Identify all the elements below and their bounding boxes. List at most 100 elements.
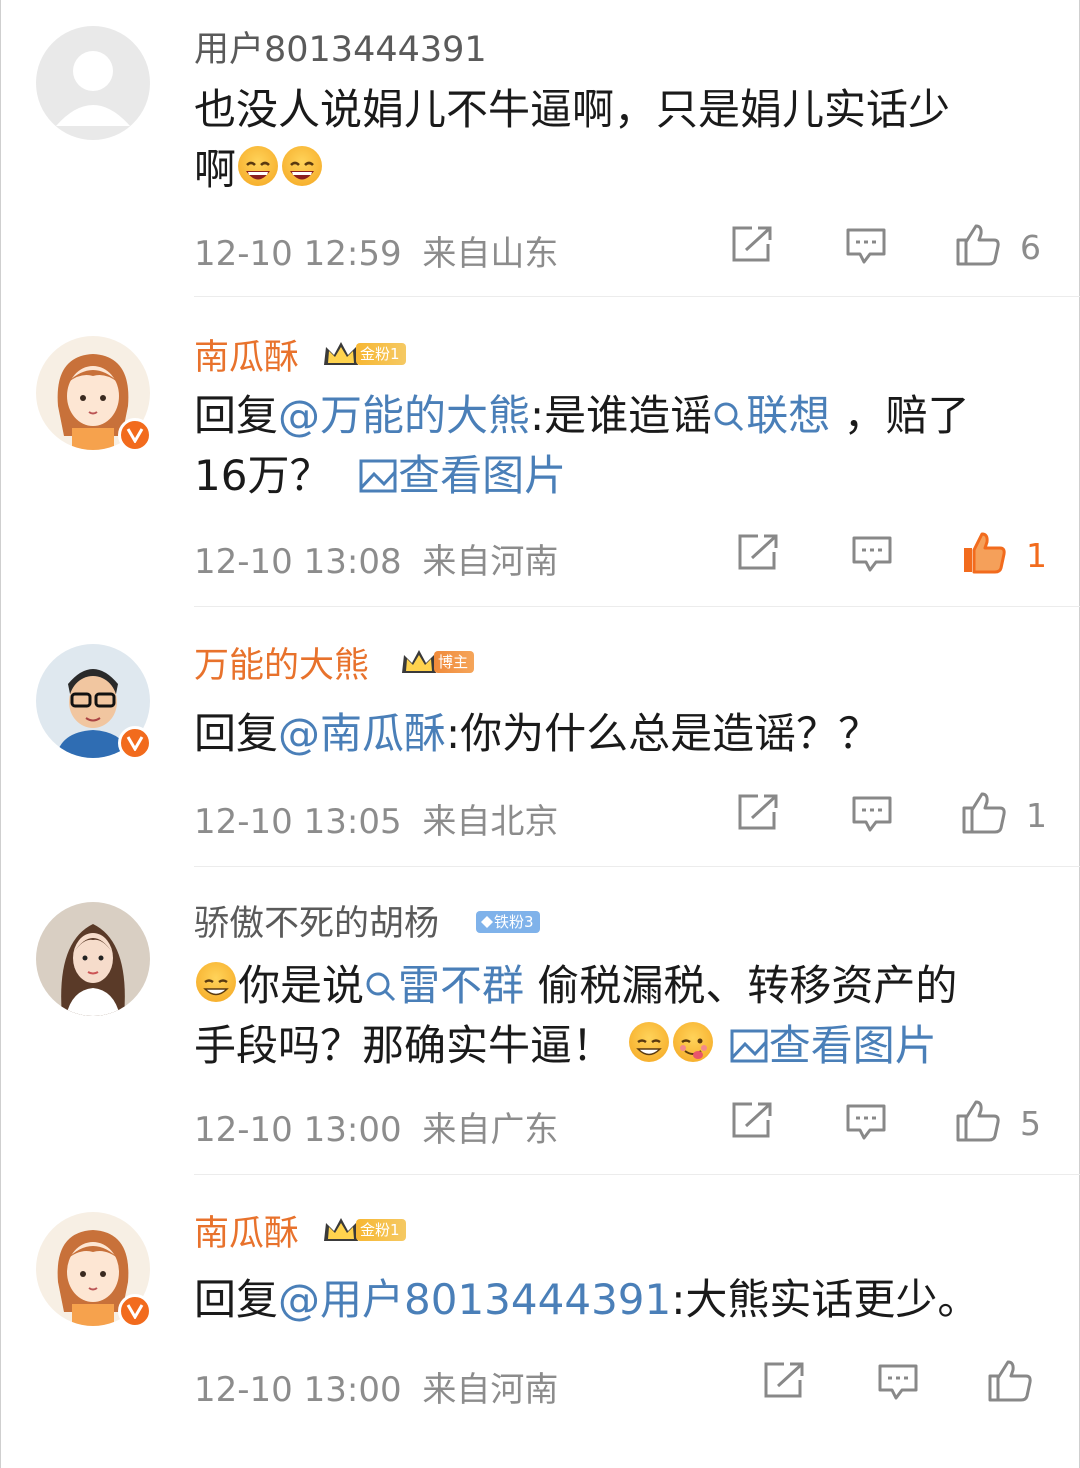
divider	[194, 606, 1080, 607]
verified-icon	[118, 1294, 152, 1328]
grin-emoji	[196, 962, 236, 1002]
timestamp: 12-10 13:00	[194, 1110, 402, 1150]
comment-text-a: 你是说	[238, 961, 365, 1010]
comment-text-c: 手段吗？那确实牛逼！	[194, 1021, 615, 1070]
grin-emoji	[629, 1022, 670, 1062]
avatar[interactable]	[36, 644, 152, 760]
location: 来自河南	[422, 1370, 559, 1410]
comment-text-a: :是谁造谣	[530, 391, 713, 440]
avatar[interactable]	[36, 1212, 152, 1328]
username[interactable]: 骄傲不死的胡杨	[194, 904, 439, 944]
comment-icon[interactable]	[876, 1362, 920, 1406]
comment-meta: 12-10 13:05 来自北京	[194, 794, 558, 843]
reply-prefix: 回复	[194, 1275, 279, 1324]
location: 来自山东	[422, 234, 559, 274]
comment-icon[interactable]	[850, 534, 894, 578]
crown-icon	[402, 650, 436, 673]
like-icon-active[interactable]	[960, 528, 1008, 580]
like-icon[interactable]	[954, 1096, 1002, 1148]
photo-avatar-icon	[36, 902, 150, 1016]
repost-icon[interactable]	[730, 1100, 774, 1144]
like-count: 6	[1020, 228, 1041, 267]
avatar[interactable]	[36, 336, 152, 452]
comment-meta: 12-10 12:59 来自山东	[194, 226, 558, 275]
timestamp: 12-10 13:00	[194, 1370, 402, 1410]
mention-link[interactable]: @万能的大熊	[278, 391, 530, 440]
like-count: 5	[1020, 1104, 1041, 1143]
comment-text: 回复@南瓜酥:你为什么总是造谣？？	[194, 704, 1044, 764]
comment-meta: 12-10 13:00 来自河南	[194, 1362, 558, 1411]
repost-icon[interactable]	[730, 224, 774, 268]
view-image-link[interactable]: 查看图片	[358, 451, 566, 500]
search-icon	[366, 972, 396, 1002]
search-topic-link[interactable]: 雷不群	[364, 961, 524, 1010]
comment-text: 也没人说娟儿不牛逼啊，只是娟儿实话少 啊	[194, 80, 1044, 200]
comment-text: 回复@用户8013444391:大熊实话更少。	[194, 1270, 1044, 1330]
repost-icon[interactable]	[736, 532, 780, 576]
fan-badge: 铁粉3	[476, 910, 540, 934]
username[interactable]: 南瓜酥	[194, 1214, 299, 1254]
view-image-label: 查看图片	[398, 451, 567, 500]
comment-meta: 12-10 13:00 来自广东	[194, 1102, 558, 1151]
reply-prefix: 回复	[194, 709, 279, 758]
fan-badge: 金粉1	[322, 1218, 406, 1242]
timestamp: 12-10 13:05	[194, 802, 402, 842]
fan-badge: 金粉1	[322, 342, 406, 366]
divider	[194, 866, 1080, 867]
divider	[194, 1174, 1080, 1175]
location: 来自北京	[422, 802, 559, 842]
search-topic-link[interactable]: 联想	[712, 391, 830, 440]
fan-badge-label: 金粉1	[356, 1219, 406, 1241]
comment-text-tail: 啊	[194, 145, 237, 194]
fan-badge-label: 博主	[434, 651, 475, 673]
image-icon	[730, 1029, 768, 1063]
comment-text-b: 偷税漏税、转移资产的	[524, 961, 958, 1010]
like-count: 1	[1026, 796, 1047, 835]
comment-text-c: 16万？	[194, 451, 332, 500]
search-term: 联想	[746, 391, 831, 440]
like-count: 1	[1026, 536, 1047, 575]
timestamp: 12-10 13:08	[194, 542, 402, 582]
username[interactable]: 万能的大熊	[194, 646, 369, 686]
fan-badge: 博主	[400, 650, 475, 674]
location: 来自河南	[422, 542, 559, 582]
comment-text-main: 也没人说娟儿不牛逼啊，只是娟儿实话少	[194, 85, 951, 134]
avatar[interactable]	[36, 26, 150, 140]
fan-badge-label: 铁粉3	[476, 911, 540, 933]
mention-link[interactable]: @用户8013444391	[278, 1275, 671, 1324]
reply-prefix: 回复	[194, 391, 279, 440]
laughing-emoji	[238, 146, 279, 186]
default-avatar-icon	[36, 26, 150, 140]
location: 来自广东	[422, 1110, 559, 1150]
avatar[interactable]	[36, 902, 150, 1016]
verified-icon	[118, 418, 152, 452]
view-image-label: 查看图片	[768, 1021, 937, 1070]
comment-text-a: :你为什么总是造谣？？	[446, 709, 881, 758]
username[interactable]: 南瓜酥	[194, 338, 299, 378]
comment-text-b: ，赔了	[843, 391, 970, 440]
comment-text: 你是说 雷不群 偷税漏税、转移资产的 手段吗？那确实牛逼！ 查看图片	[194, 956, 1044, 1076]
comment-icon[interactable]	[850, 794, 894, 838]
crown-icon	[324, 342, 358, 365]
comment-icon[interactable]	[844, 226, 888, 270]
fan-badge-label: 金粉1	[356, 343, 406, 365]
like-icon[interactable]	[954, 220, 1002, 272]
view-image-link[interactable]: 查看图片	[729, 1021, 937, 1070]
mention-link[interactable]: @南瓜酥	[278, 709, 446, 758]
search-term: 雷不群	[398, 961, 525, 1010]
crown-icon	[324, 1218, 358, 1241]
comment-icon[interactable]	[844, 1102, 888, 1146]
repost-icon[interactable]	[736, 792, 780, 836]
fan-badge-text: 铁粉3	[494, 913, 534, 931]
verified-icon	[118, 726, 152, 760]
comment-text: 回复@万能的大熊:是谁造谣 联想 ，赔了 16万？ 查看图片	[194, 386, 1044, 506]
username[interactable]: 用户8013444391	[194, 30, 487, 70]
image-icon	[359, 459, 397, 493]
like-icon[interactable]	[986, 1356, 1034, 1408]
repost-icon[interactable]	[762, 1360, 806, 1404]
comment-meta: 12-10 13:08 来自河南	[194, 534, 558, 583]
laughing-emoji	[282, 146, 323, 186]
timestamp: 12-10 12:59	[194, 234, 402, 274]
like-icon[interactable]	[960, 788, 1008, 840]
comment-text-a: :大熊实话更少。	[671, 1275, 980, 1324]
